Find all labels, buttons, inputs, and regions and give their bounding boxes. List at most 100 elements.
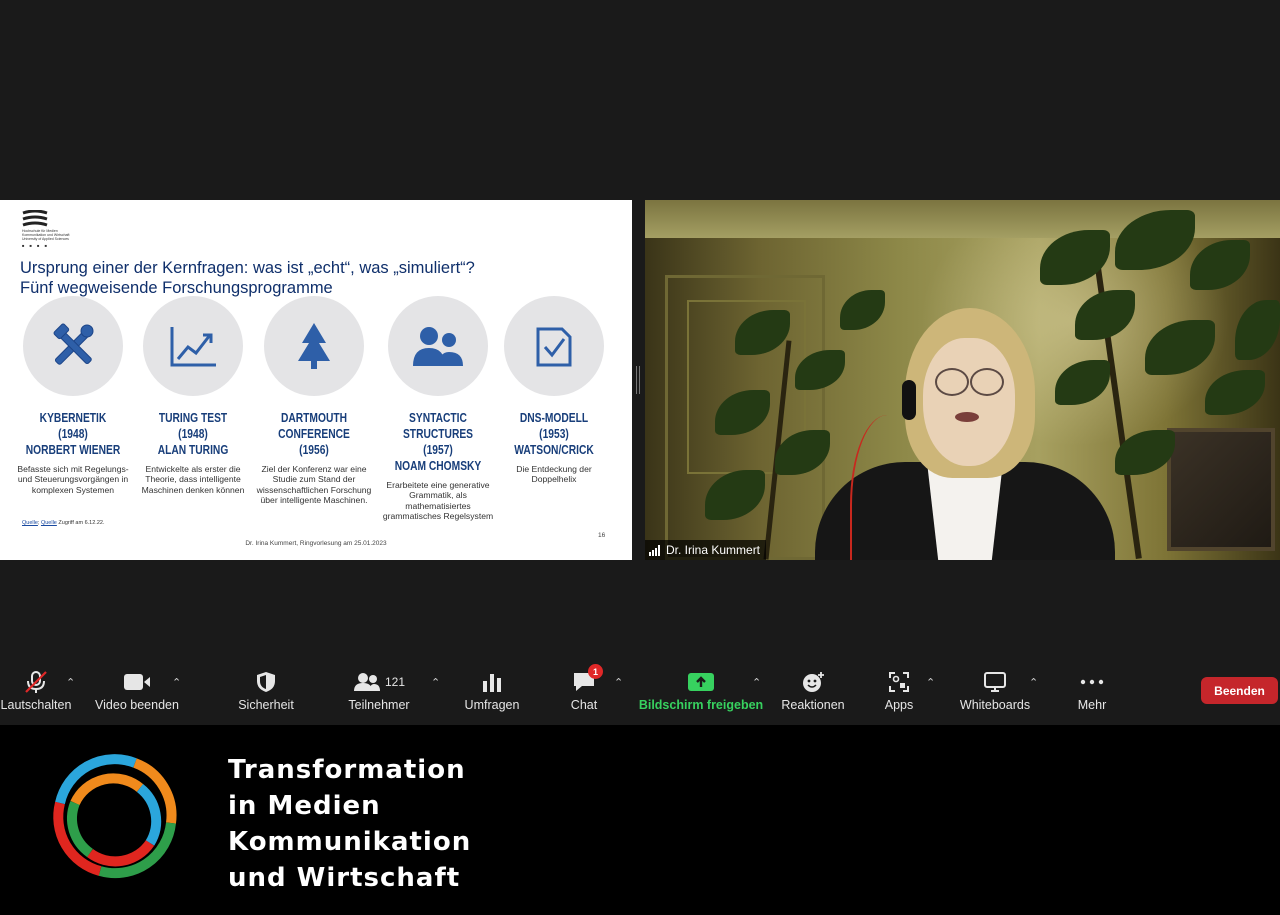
meeting-toolbar: Lautschalten ⌃ Video beenden ⌃ Sicherhei…	[0, 640, 1280, 725]
logo-stripes-icon	[22, 210, 48, 227]
program-column-dartmouth: DARTMOUTH CONFERENCE (1956) Ziel der Kon…	[254, 296, 374, 506]
chevron-up-icon[interactable]: ⌃	[752, 676, 761, 689]
program-description: Erarbeitete eine generative Grammatik, a…	[382, 480, 494, 522]
university-logo: Hochschule für Medien Kommunikation und …	[22, 210, 92, 248]
banner-line: und Wirtschaft	[228, 863, 461, 893]
apps-button[interactable]: Apps	[878, 670, 920, 712]
plant-leaf	[1145, 320, 1215, 375]
program-heading: DNS-MODELL (1953)	[519, 411, 589, 441]
end-meeting-button[interactable]: Beenden	[1201, 677, 1278, 704]
chevron-up-icon[interactable]: ⌃	[431, 676, 440, 689]
logo-text-line: University of Applied Sciences	[22, 237, 69, 241]
whiteboard-icon	[984, 672, 1006, 692]
video-camera-icon	[124, 674, 150, 690]
program-heading: NORBERT WIENER	[25, 443, 121, 457]
tree-icon	[298, 323, 330, 369]
program-description: Ziel der Konferenz war eine Studie zum S…	[256, 464, 372, 506]
headset	[902, 380, 916, 420]
muted-microphone-icon	[25, 671, 47, 693]
slide-title-line1: Ursprung einer der Kernfragen: was ist „…	[20, 259, 475, 277]
program-column-syntactic: SYNTACTIC STRUCTURES (1957) NOAM CHOMSKY…	[378, 296, 498, 522]
plant-leaf	[1190, 240, 1250, 290]
stop-video-button[interactable]: Video beenden	[90, 670, 184, 712]
share-screen-button[interactable]: Bildschirm freigeben	[638, 670, 764, 712]
whiteboards-label: Whiteboards	[959, 698, 1031, 712]
program-heading: CONFERENCE (1956)	[278, 427, 350, 457]
plant-leaf	[840, 290, 885, 330]
program-heading: NOAM CHOMSKY	[394, 459, 482, 473]
glasses-right	[970, 368, 1004, 396]
participants-label: Teilnehmer	[348, 698, 410, 712]
more-button[interactable]: Mehr	[1068, 670, 1116, 712]
speaker-mouth	[955, 412, 979, 422]
video-label: Video beenden	[95, 698, 179, 712]
people-icon	[413, 327, 463, 366]
participants-count: 121	[384, 675, 406, 689]
program-heading: WATSON/CRICK	[514, 443, 594, 457]
shared-slide: Hochschule für Medien Kommunikation und …	[0, 200, 632, 560]
mute-button[interactable]: Lautschalten	[0, 670, 72, 712]
reactions-label: Reaktionen	[781, 698, 845, 712]
bar-chart-icon	[483, 674, 501, 692]
slide-title: Ursprung einer der Kernfragen: was ist „…	[20, 258, 620, 298]
trend-chart-icon	[170, 327, 216, 367]
mute-label: Lautschalten	[0, 698, 72, 712]
participants-button[interactable]: 121 Teilnehmer	[340, 670, 418, 712]
security-button[interactable]: Sicherheit	[230, 670, 302, 712]
chevron-up-icon[interactable]: ⌃	[66, 676, 75, 689]
program-column-kybernetik: KYBERNETIK (1948) NORBERT WIENER Befasst…	[13, 296, 133, 495]
chat-unread-badge: 1	[588, 664, 603, 679]
checklist-icon	[536, 327, 572, 367]
source-suffix: Zugriff am 6.12.22.	[56, 520, 105, 526]
tools-icon	[53, 323, 94, 365]
icon-circle	[143, 296, 243, 396]
share-screen-label: Bildschirm freigeben	[638, 698, 764, 712]
participant-name: Dr. Irina Kummert	[666, 543, 761, 557]
icon-circle	[264, 296, 364, 396]
glasses-left	[935, 368, 969, 396]
security-label: Sicherheit	[238, 698, 294, 712]
reactions-button[interactable]: Reaktionen	[778, 670, 848, 712]
signal-strength-icon	[649, 544, 660, 556]
whiteboards-button[interactable]: Whiteboards	[954, 670, 1036, 712]
chevron-up-icon[interactable]: ⌃	[614, 676, 623, 689]
logo-dots: ■ ■ ■ ■	[22, 243, 49, 248]
icon-circle	[388, 296, 488, 396]
background-picture-frame	[1167, 428, 1275, 551]
program-heading: DARTMOUTH	[280, 411, 348, 425]
split-view-handle[interactable]	[636, 366, 640, 394]
participant-video[interactable]: Dr. Irina Kummert	[645, 200, 1280, 560]
program-heading: KYBERNETIK (1948)	[39, 411, 107, 441]
banner-line: in Medien	[228, 791, 381, 821]
banner-line: Kommunikation	[228, 827, 472, 857]
participant-name-tag: Dr. Irina Kummert	[645, 540, 767, 560]
apps-icon	[889, 672, 909, 692]
program-description: Die Entdeckung der Doppelhelix	[516, 464, 592, 485]
program-heading: TURING TEST (1948)	[158, 411, 228, 441]
apps-label: Apps	[884, 698, 914, 712]
source-link[interactable]: Quelle	[41, 520, 57, 526]
share-screen-icon	[688, 673, 714, 691]
transformation-ring-logo	[40, 743, 190, 898]
shield-icon	[257, 672, 275, 692]
chevron-up-icon[interactable]: ⌃	[926, 676, 935, 689]
banner-line: Transformation	[228, 755, 466, 785]
source-link[interactable]: Quelle	[22, 520, 38, 526]
program-column-dns: DNS-MODELL (1953) WATSON/CRICK Die Entde…	[494, 296, 614, 485]
program-heading: ALAN TURING	[157, 443, 229, 457]
more-dots-icon	[1080, 679, 1104, 685]
plant-leaf	[1055, 360, 1110, 405]
banner-title: Transformation in Medien Kommunikation u…	[228, 752, 471, 896]
chevron-up-icon[interactable]: ⌃	[172, 676, 181, 689]
slide-footer: Dr. Irina Kummert, Ringvorlesung am 25.0…	[245, 540, 387, 547]
icon-circle	[23, 296, 123, 396]
chevron-up-icon[interactable]: ⌃	[1029, 676, 1038, 689]
program-heading: SYNTACTIC	[409, 411, 467, 425]
slide-title-line2: Fünf wegweisende Forschungsprogramme	[20, 279, 333, 297]
plant-leaf	[1205, 370, 1265, 415]
speaker-face	[923, 338, 1015, 466]
polls-label: Umfragen	[464, 698, 520, 712]
plant-leaf	[1235, 300, 1280, 360]
program-column-turing: TURING TEST (1948) ALAN TURING Entwickel…	[133, 296, 253, 495]
polls-button[interactable]: Umfragen	[458, 670, 526, 712]
